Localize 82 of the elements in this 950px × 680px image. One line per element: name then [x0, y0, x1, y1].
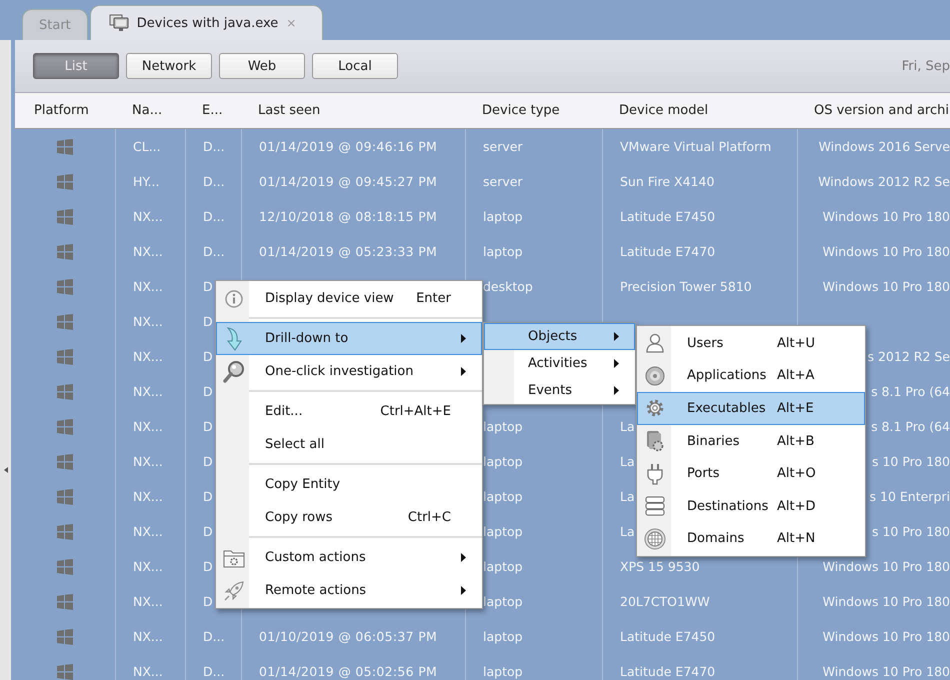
table-cell: Precision Tower 5810: [620, 279, 752, 294]
table-cell: Latitude E7470: [620, 664, 716, 679]
table-cell: NX...: [133, 629, 163, 644]
table-cell: laptop: [483, 244, 523, 259]
date-label: Fri, Sep: [902, 58, 950, 74]
table-cell: server: [483, 174, 523, 189]
table-cell: NX...: [133, 454, 163, 469]
table-cell: D...: [203, 244, 225, 259]
table-cell: s 10 Enterpri: [870, 489, 950, 504]
table-cell: Windows 10 Pro 180: [822, 559, 950, 574]
table-cell: NX...: [133, 419, 163, 434]
table-cell: 01/14/2019 @ 05:02:56 PM: [259, 664, 438, 679]
table-cell: HY...: [133, 174, 160, 189]
table-cell: Latitude E7450: [620, 209, 716, 224]
table-cell: La: [620, 524, 635, 539]
table-cell: 20L7CTO1WW: [620, 594, 710, 609]
table-cell: Latitude E7470: [620, 244, 716, 259]
table-cell: D: [203, 419, 213, 434]
table-cell: 01/14/2019 @ 09:45:27 PM: [259, 174, 438, 189]
table-cell: 01/14/2019 @ 05:23:33 PM: [259, 244, 438, 259]
table-cell: D...: [203, 139, 225, 154]
tab-label: Devices with java.exe: [136, 16, 278, 30]
table-cell: D...: [203, 209, 225, 224]
table-cell: laptop: [483, 629, 523, 644]
table-cell: s 8.1 Pro (64: [871, 419, 950, 434]
table-cell: D: [203, 279, 213, 294]
table-cell: D...: [203, 174, 225, 189]
table-cell: NX...: [133, 594, 163, 609]
table-cell: Windows 10 Pro 180: [822, 244, 950, 259]
table-cell: NX...: [133, 664, 163, 679]
table-cell: s 2012 R2 Se: [867, 349, 950, 364]
table-cell: NX...: [133, 489, 163, 504]
table-cell: laptop: [483, 559, 523, 574]
table-cell: Windows 10 Pro 180: [822, 629, 950, 644]
table-cell: laptop: [483, 489, 523, 504]
table-cell: Latitude E7450: [620, 629, 716, 644]
table-cell: s 8.1 Pro (64: [871, 384, 950, 399]
table-cell: VMware Virtual Platform: [620, 139, 772, 154]
table-cell: Windows 2016 Serve: [818, 139, 950, 154]
table-cell: NX...: [133, 349, 163, 364]
table-cell: laptop: [483, 209, 523, 224]
table-cell: D: [203, 314, 213, 329]
table-cell: D: [203, 594, 213, 609]
tab-label: Start: [39, 18, 71, 32]
table-cell: Sun Fire X4140: [620, 174, 714, 189]
table-cell: laptop: [483, 419, 523, 434]
table-cell: La: [620, 419, 635, 434]
table-cell: CL...: [133, 139, 161, 154]
table-cell: La: [620, 454, 635, 469]
table-cell: Windows 10 Pro 180: [822, 594, 950, 609]
table-cell: desktop: [483, 279, 533, 294]
table-cell: laptop: [483, 664, 523, 679]
table-cell: server: [483, 139, 523, 154]
table-cell: laptop: [483, 524, 523, 539]
table-cell: D: [203, 524, 213, 539]
table-cell: D...: [203, 629, 225, 644]
table-cell: NX...: [133, 209, 163, 224]
table-cell: laptop: [483, 454, 523, 469]
table-cell: 12/10/2018 @ 08:18:15 PM: [259, 209, 438, 224]
table-cell: laptop: [483, 594, 523, 609]
table-cell: s 10 Pro 180: [872, 454, 950, 469]
table-cell: s 10 Pro 180: [872, 524, 950, 539]
table-cell: Windows 2012 R2 Se: [818, 174, 950, 189]
table-cell: D: [203, 384, 213, 399]
table-cell: 01/14/2019 @ 09:46:16 PM: [259, 139, 438, 154]
table-cell: Windows 10 Pro 180: [822, 279, 950, 294]
table-cell: D: [203, 489, 213, 504]
table-cell: D...: [203, 664, 225, 679]
table-cell: NX...: [133, 384, 163, 399]
table-cell: La: [620, 489, 635, 504]
table-cell: NX...: [133, 314, 163, 329]
table-cell: D: [203, 454, 213, 469]
table-cell: NX...: [133, 244, 163, 259]
table-cell: D: [203, 559, 213, 574]
table-cell: NX...: [133, 279, 163, 294]
table-cell: NX...: [133, 524, 163, 539]
table-cell: Windows 10 Pro 180: [822, 664, 950, 679]
table-cell: D: [203, 349, 213, 364]
table-cell: Windows 10 Pro 180: [822, 209, 950, 224]
table-cell: 01/10/2019 @ 06:05:37 PM: [259, 629, 438, 644]
table-cell: XPS 15 9530: [620, 559, 700, 574]
table-cell: NX...: [133, 559, 163, 574]
